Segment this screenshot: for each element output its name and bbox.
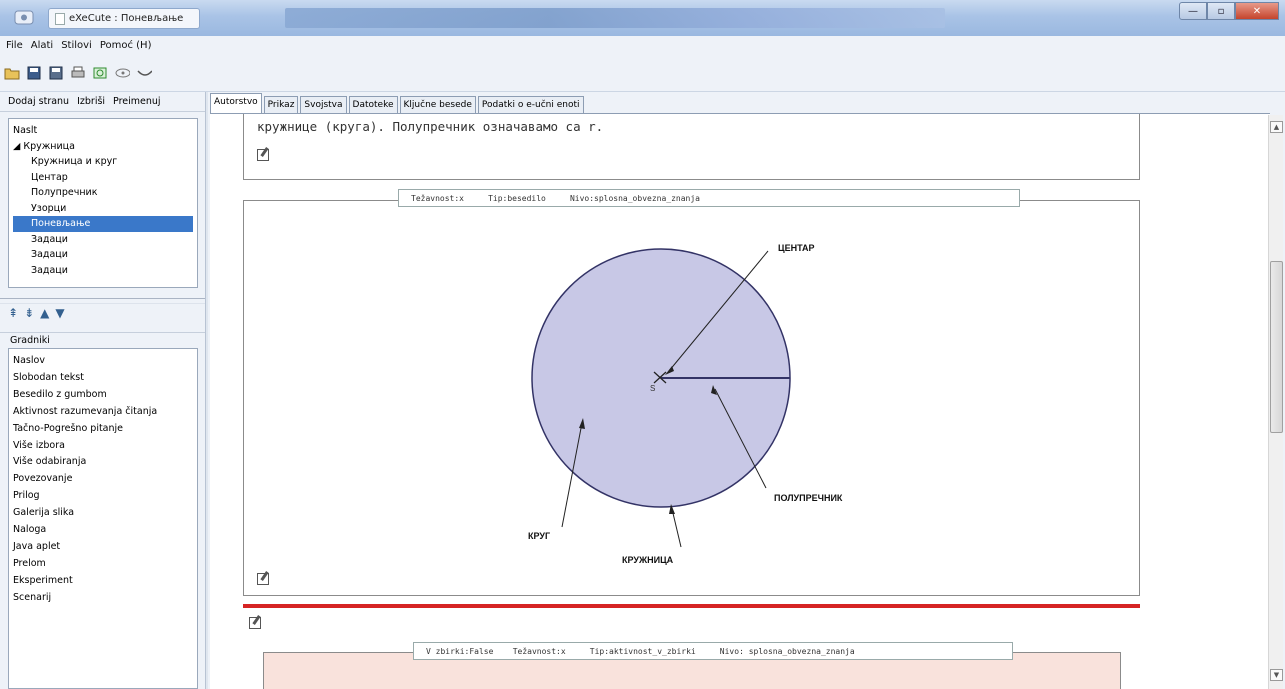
kruznica-pointer (671, 508, 682, 548)
page-actions: Dodaj stranu Izbriši Preimenuj (0, 92, 205, 112)
demote-icon[interactable]: ⇟ (24, 306, 34, 320)
gradnik-item[interactable]: Aktivnost razumevanja čitanja (13, 404, 193, 421)
close-button[interactable]: ✕ (1235, 2, 1279, 20)
tree-item[interactable]: Naslt (13, 123, 193, 139)
tree-item[interactable]: ◢ Кружница (13, 139, 193, 155)
vertical-divider[interactable] (205, 92, 208, 689)
vertical-scrollbar[interactable]: ▲ ▼ (1268, 115, 1283, 689)
gradnik-item[interactable]: Povezovanje (13, 471, 193, 488)
window-controls: — ▫ ✕ (1179, 2, 1279, 20)
edit-icon[interactable] (257, 149, 269, 161)
tab-prikaz[interactable]: Prikaz (263, 96, 299, 113)
tree-item[interactable]: Задаци (13, 247, 193, 263)
scroll-thumb[interactable] (1270, 261, 1283, 433)
toolbar (0, 54, 1285, 92)
gradnik-item[interactable]: Slobodan tekst (13, 370, 193, 387)
menu-file[interactable]: File (6, 40, 23, 51)
tab-svojstva[interactable]: Svojstva (300, 96, 347, 113)
window-title-chip: eXeCute : Поневљање (48, 8, 200, 29)
gradnik-item[interactable]: Prilog (13, 488, 193, 505)
gradnik-item[interactable]: Više izbora (13, 438, 193, 455)
tree-item[interactable]: Узорци (13, 201, 193, 217)
eye-icon[interactable] (114, 65, 130, 81)
save-as-icon[interactable] (48, 65, 64, 81)
taskbar-strip (285, 8, 945, 28)
move-up-icon[interactable]: ▲ (40, 306, 49, 320)
text-block: кружнице (круга). Полупречник означавамо… (243, 114, 1140, 180)
image-block: S ЦЕНТАР ПОЛУПРЕЧНИК КРУГ КРУЖНИЦА (243, 200, 1140, 596)
tree-item[interactable]: Задаци (13, 232, 193, 248)
open-folder-icon[interactable] (4, 65, 20, 81)
tree-item-selected[interactable]: Поневљање (13, 216, 193, 232)
tree-item[interactable]: Полупречник (13, 185, 193, 201)
edit-icon[interactable] (257, 573, 269, 585)
menu-bar: File Alati Stilovi Pomoć (H) (0, 36, 1285, 54)
gradniki-list: Naslov Slobodan tekst Besedilo z gumbom … (8, 348, 198, 689)
center-label: S (650, 384, 655, 393)
edit-icon[interactable] (249, 617, 261, 629)
save-icon[interactable] (26, 65, 42, 81)
minimize-button[interactable]: — (1179, 2, 1207, 20)
gradnik-item[interactable]: Više odabiranja (13, 454, 193, 471)
gradnik-item[interactable]: Java aplet (13, 539, 193, 556)
smile-icon[interactable] (136, 65, 152, 81)
scroll-up-button[interactable]: ▲ (1270, 121, 1283, 133)
menu-stilovi[interactable]: Stilovi (61, 40, 92, 51)
title-bar: eXeCute : Поневљање — ▫ ✕ (0, 0, 1285, 36)
tree-item[interactable]: Задаци (13, 263, 193, 279)
gradniki-label: Gradniki (0, 332, 205, 348)
gradnik-item[interactable]: Naloga (13, 522, 193, 539)
box2-meta: Težavnost:x Tip:besedilo Nivo:splosna_ob… (398, 189, 1020, 207)
gradnik-item[interactable]: Besedilo z gumbom (13, 387, 193, 404)
app-icon[interactable] (14, 9, 34, 26)
maximize-button[interactable]: ▫ (1207, 2, 1235, 20)
krug-label: КРУГ (528, 531, 550, 541)
editor-content: кружнице (круга). Полупречник означавамо… (210, 113, 1270, 689)
paragraph-text: кружнице (круга). Полупречник означавамо… (257, 119, 604, 134)
preview-icon[interactable] (92, 65, 108, 81)
promote-icon[interactable]: ⇞ (8, 306, 18, 320)
tab-autorstvo[interactable]: Autorstvo (210, 93, 262, 113)
print-icon[interactable] (70, 65, 86, 81)
circle-diagram: S ЦЕНТАР ПОЛУПРЕЧНИК КРУГ КРУЖНИЦА (528, 243, 843, 565)
kruznica-label: КРУЖНИЦА (622, 555, 674, 565)
panel-splitter[interactable] (0, 298, 205, 304)
menu-alati[interactable]: Alati (31, 40, 53, 51)
move-arrows: ⇞ ⇟ ▲ ▼ (8, 306, 65, 320)
centar-label: ЦЕНТАР (778, 243, 815, 253)
gradnik-item[interactable]: Eksperiment (13, 573, 193, 590)
poluprecnik-label: ПОЛУПРЕЧНИК (774, 493, 843, 503)
gradnik-item[interactable]: Scenarij (13, 590, 193, 607)
window-title: eXeCute : Поневљање (69, 13, 184, 24)
gradnik-item[interactable]: Naslov (13, 353, 193, 370)
menu-pomoc[interactable]: Pomoć (H) (100, 40, 152, 51)
scroll-down-button[interactable]: ▼ (1270, 669, 1283, 681)
gradnik-item[interactable]: Tačno-Pogrešno pitanje (13, 421, 193, 438)
red-divider (243, 604, 1140, 608)
delete-page-button[interactable]: Izbriši (77, 96, 105, 107)
tab-podatki[interactable]: Podatki o e-učni enoti (477, 96, 584, 113)
tree-item[interactable]: Центар (13, 170, 193, 186)
tree-item[interactable]: Кружница и круг (13, 154, 193, 170)
add-page-button[interactable]: Dodaj stranu (8, 96, 69, 107)
tab-kljucne-besede[interactable]: Ključne besede (399, 96, 476, 113)
left-panel: Dodaj stranu Izbriši Preimenuj Naslt ◢ К… (0, 92, 205, 689)
tab-datoteke[interactable]: Datoteke (348, 96, 398, 113)
rename-page-button[interactable]: Preimenuj (113, 96, 161, 107)
page-tree: Naslt ◢ Кружница Кружница и круг Центар … (8, 118, 198, 288)
document-icon (55, 12, 65, 25)
move-down-icon[interactable]: ▼ (55, 306, 64, 320)
gradnik-item[interactable]: Prelom (13, 556, 193, 573)
gradnik-item[interactable]: Galerija slika (13, 505, 193, 522)
editor-tabs: Autorstvo Prikaz Svojstva Datoteke Ključ… (210, 93, 584, 113)
box3-meta: V zbirki:False Težavnost:x Tip:aktivnost… (413, 642, 1013, 660)
